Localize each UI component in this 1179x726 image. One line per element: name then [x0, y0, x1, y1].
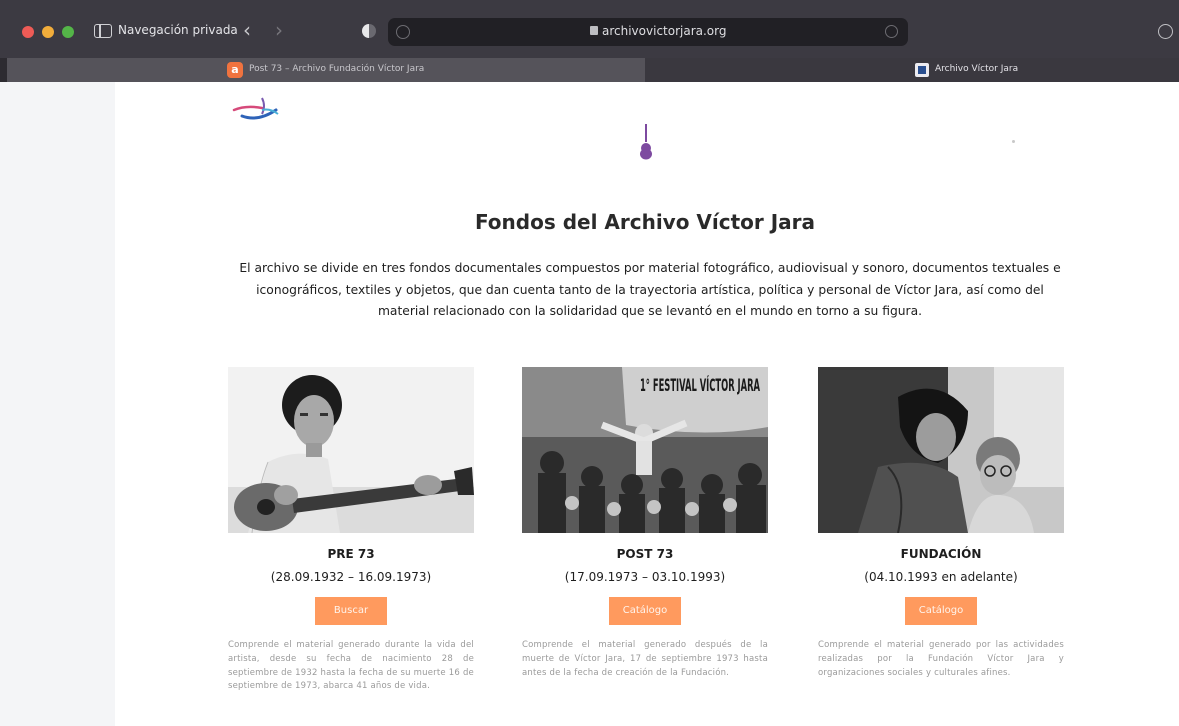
page-content: Fondos del Archivo Víctor Jara El archiv… [0, 82, 1179, 726]
sidebar-icon[interactable] [94, 24, 112, 38]
card-title: PRE 73 [327, 547, 375, 561]
card-description: Comprende el material generado por las a… [818, 640, 1064, 678]
shield-icon[interactable] [362, 24, 376, 38]
card-description: Comprende el material generado durante l… [228, 640, 474, 692]
site-favicon-icon [915, 63, 929, 77]
site-logo[interactable] [232, 92, 286, 124]
tab-post73[interactable]: a Post 73 – Archivo Fundación Víctor Jar… [7, 58, 645, 82]
fundacion-photo[interactable] [818, 367, 1064, 533]
card-dates: (17.09.1973 – 03.10.1993) [564, 570, 726, 584]
minimize-window-button[interactable] [42, 26, 54, 38]
buscar-button[interactable]: Buscar [315, 597, 387, 625]
card-title: POST 73 [616, 547, 674, 561]
back-arrow-icon[interactable]: ‹ [243, 18, 251, 42]
forward-arrow-icon[interactable]: › [275, 18, 283, 42]
menu-dot [1012, 140, 1015, 143]
card-title: FUNDACIÓN [900, 547, 982, 561]
catalogo-button[interactable]: Catálogo [905, 597, 977, 625]
site-favicon-icon: a [227, 62, 243, 78]
pre73-photo[interactable] [228, 367, 474, 533]
guitar-icon [640, 124, 652, 160]
url-text[interactable]: archivovictorjara.org [602, 24, 727, 38]
tab-bar: a Post 73 – Archivo Fundación Víctor Jar… [0, 58, 1179, 82]
close-window-button[interactable] [22, 26, 34, 38]
downloads-icon[interactable] [1158, 24, 1173, 39]
browser-toolbar: Navegación privada ‹ › archivovictorjara… [0, 0, 1179, 58]
tab-title: Archivo Víctor Jara [935, 64, 1019, 74]
post73-photo[interactable]: 1° FESTIVAL VÍCTOR JARA [522, 367, 768, 533]
reload-icon[interactable] [885, 25, 898, 38]
zoom-window-button[interactable] [62, 26, 74, 38]
page-settings-icon[interactable] [396, 25, 410, 39]
private-browsing-label: Navegación privada [118, 23, 238, 37]
card-dates: (28.09.1932 – 16.09.1973) [270, 570, 432, 584]
tab-title: Post 73 – Archivo Fundación Víctor Jara [249, 64, 425, 74]
festival-banner-text: 1° FESTIVAL VÍCTOR JARA [640, 374, 760, 396]
tab-archivo[interactable]: Archivo Víctor Jara [645, 58, 1179, 82]
card-description: Comprende el material generado después d… [522, 640, 768, 678]
intro-paragraph: El archivo se divide en tres fondos docu… [239, 261, 1061, 318]
catalogo-button[interactable]: Catálogo [609, 597, 681, 625]
address-bar[interactable]: archivovictorjara.org [388, 18, 908, 46]
page-gutter [0, 82, 115, 726]
page-title: Fondos del Archivo Víctor Jara [474, 210, 816, 234]
card-dates: (04.10.1993 en adelante) [864, 570, 1018, 584]
lock-icon [590, 26, 598, 35]
